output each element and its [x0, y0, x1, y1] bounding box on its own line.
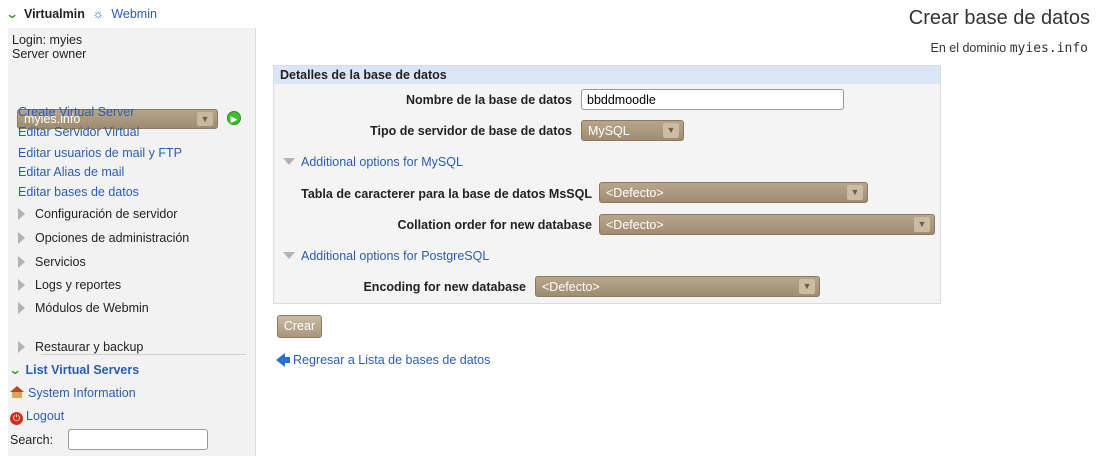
collation-value: <Defecto> [606, 218, 664, 232]
triangle-down-icon [283, 158, 295, 165]
top-bar: ⌄ Virtualmin ☼ Webmin [0, 0, 256, 30]
search-input[interactable] [68, 429, 208, 450]
back-link[interactable]: Regresar a Lista de bases de datos [276, 353, 490, 367]
chevron-down-icon: ▼ [197, 112, 213, 126]
db-name-label: Nombre de la base de datos [405, 93, 572, 107]
go-icon[interactable]: ▶ [227, 111, 241, 125]
webmin-icon: ☼ [92, 7, 104, 21]
divider [41, 354, 246, 355]
logout-link[interactable]: ⏻ Logout [10, 409, 64, 425]
search-label: Search: [10, 433, 54, 447]
postgresql-options-label: Additional options for PostgreSQL [301, 249, 490, 263]
sidebar-section-label: Configuración de servidor [35, 207, 178, 221]
triangle-down-icon [283, 252, 295, 259]
login-info: Login: myies Server owner [12, 33, 86, 61]
charset-label: Tabla de caracterer para la base de dato… [301, 187, 592, 201]
sidebar-section-label: Servicios [35, 255, 86, 269]
sidebar-section-restaurar[interactable]: Restaurar y backup [18, 340, 143, 354]
virtualmin-link[interactable]: Virtualmin [24, 7, 85, 21]
sidebar-section-label: Opciones de administración [35, 231, 190, 245]
triangle-right-icon [18, 232, 25, 244]
triangle-right-icon [18, 279, 25, 291]
sidebar-section-opciones[interactable]: Opciones de administración [18, 231, 189, 245]
sidebar-section-label: Logs y reportes [35, 278, 122, 292]
triangle-right-icon [18, 208, 25, 220]
triangle-right-icon [18, 302, 25, 314]
chevron-down-icon: ▼ [663, 123, 679, 138]
house-icon [10, 386, 24, 398]
role-line: Server owner [12, 47, 87, 61]
chevron-down-icon: ▼ [799, 279, 815, 294]
sidebar-link-editar-bases-datos[interactable]: Editar bases de datos [18, 185, 139, 199]
panel-title: Detalles de la base de datos [274, 66, 940, 84]
charset-select[interactable]: <Defecto> ▼ [599, 182, 868, 203]
list-virtual-servers-link[interactable]: ⌄ List Virtual Servers [8, 362, 140, 377]
postgresql-options-toggle[interactable]: Additional options for PostgreSQL [283, 249, 489, 263]
sidebar-link-editar-alias[interactable]: Editar Alias de mail [18, 165, 124, 179]
power-icon: ⏻ [10, 412, 23, 425]
page-title: Crear base de datos [908, 7, 1090, 29]
logout-label: Logout [26, 409, 65, 423]
chevron-down-icon: ▼ [914, 217, 930, 232]
db-type-select[interactable]: MySQL ▼ [581, 120, 684, 141]
sidebar-link-editar-usuarios[interactable]: Editar usuarios de mail y FTP [18, 146, 182, 160]
back-link-label: Regresar a Lista de bases de datos [293, 353, 491, 367]
encoding-select[interactable]: <Defecto> ▼ [535, 276, 820, 297]
system-information-label: System Information [28, 386, 136, 400]
sidebar-link-create-virtual-server[interactable]: Create Virtual Server [18, 105, 135, 119]
arrow-left-icon [276, 353, 290, 367]
webmin-link[interactable]: Webmin [111, 7, 157, 21]
triangle-right-icon [18, 256, 25, 268]
sidebar-section-label: Módulos de Webmin [35, 301, 149, 315]
db-type-label: Tipo de servidor de base de datos [370, 124, 572, 138]
collation-label: Collation order for new database [397, 218, 592, 232]
page-subtitle: En el dominio myies.info [930, 41, 1088, 56]
triangle-right-icon [18, 341, 25, 353]
system-information-link[interactable]: System Information [10, 386, 136, 400]
sidebar-section-configuracion[interactable]: Configuración de servidor [18, 207, 177, 221]
sidebar-section-label: Restaurar y backup [35, 340, 144, 354]
sidebar-section-servicios[interactable]: Servicios [18, 255, 86, 269]
chevron-down-icon: ⌄ [8, 363, 23, 377]
login-line: Login: myies [12, 33, 83, 47]
encoding-value: <Defecto> [542, 280, 600, 294]
subtitle-prefix: En el dominio [930, 41, 1007, 55]
sidebar-section-modulos[interactable]: Módulos de Webmin [18, 301, 149, 315]
crear-button[interactable]: Crear [277, 315, 322, 338]
chevron-down-icon: ▼ [847, 185, 863, 200]
db-type-value: MySQL [588, 124, 630, 138]
encoding-label: Encoding for new database [363, 280, 526, 294]
charset-value: <Defecto> [606, 186, 664, 200]
sidebar-link-editar-servidor-virtual[interactable]: Editar Servidor Virtual [18, 125, 139, 139]
mysql-options-toggle[interactable]: Additional options for MySQL [283, 155, 463, 169]
subtitle-domain: myies.info [1009, 41, 1088, 56]
collation-select[interactable]: <Defecto> ▼ [599, 214, 935, 235]
sidebar-section-logs[interactable]: Logs y reportes [18, 278, 121, 292]
mysql-options-label: Additional options for MySQL [301, 155, 463, 169]
db-name-input[interactable] [581, 89, 844, 110]
list-virtual-servers-label: List Virtual Servers [25, 363, 140, 377]
chevron-down-icon: ⌄ [5, 7, 20, 21]
